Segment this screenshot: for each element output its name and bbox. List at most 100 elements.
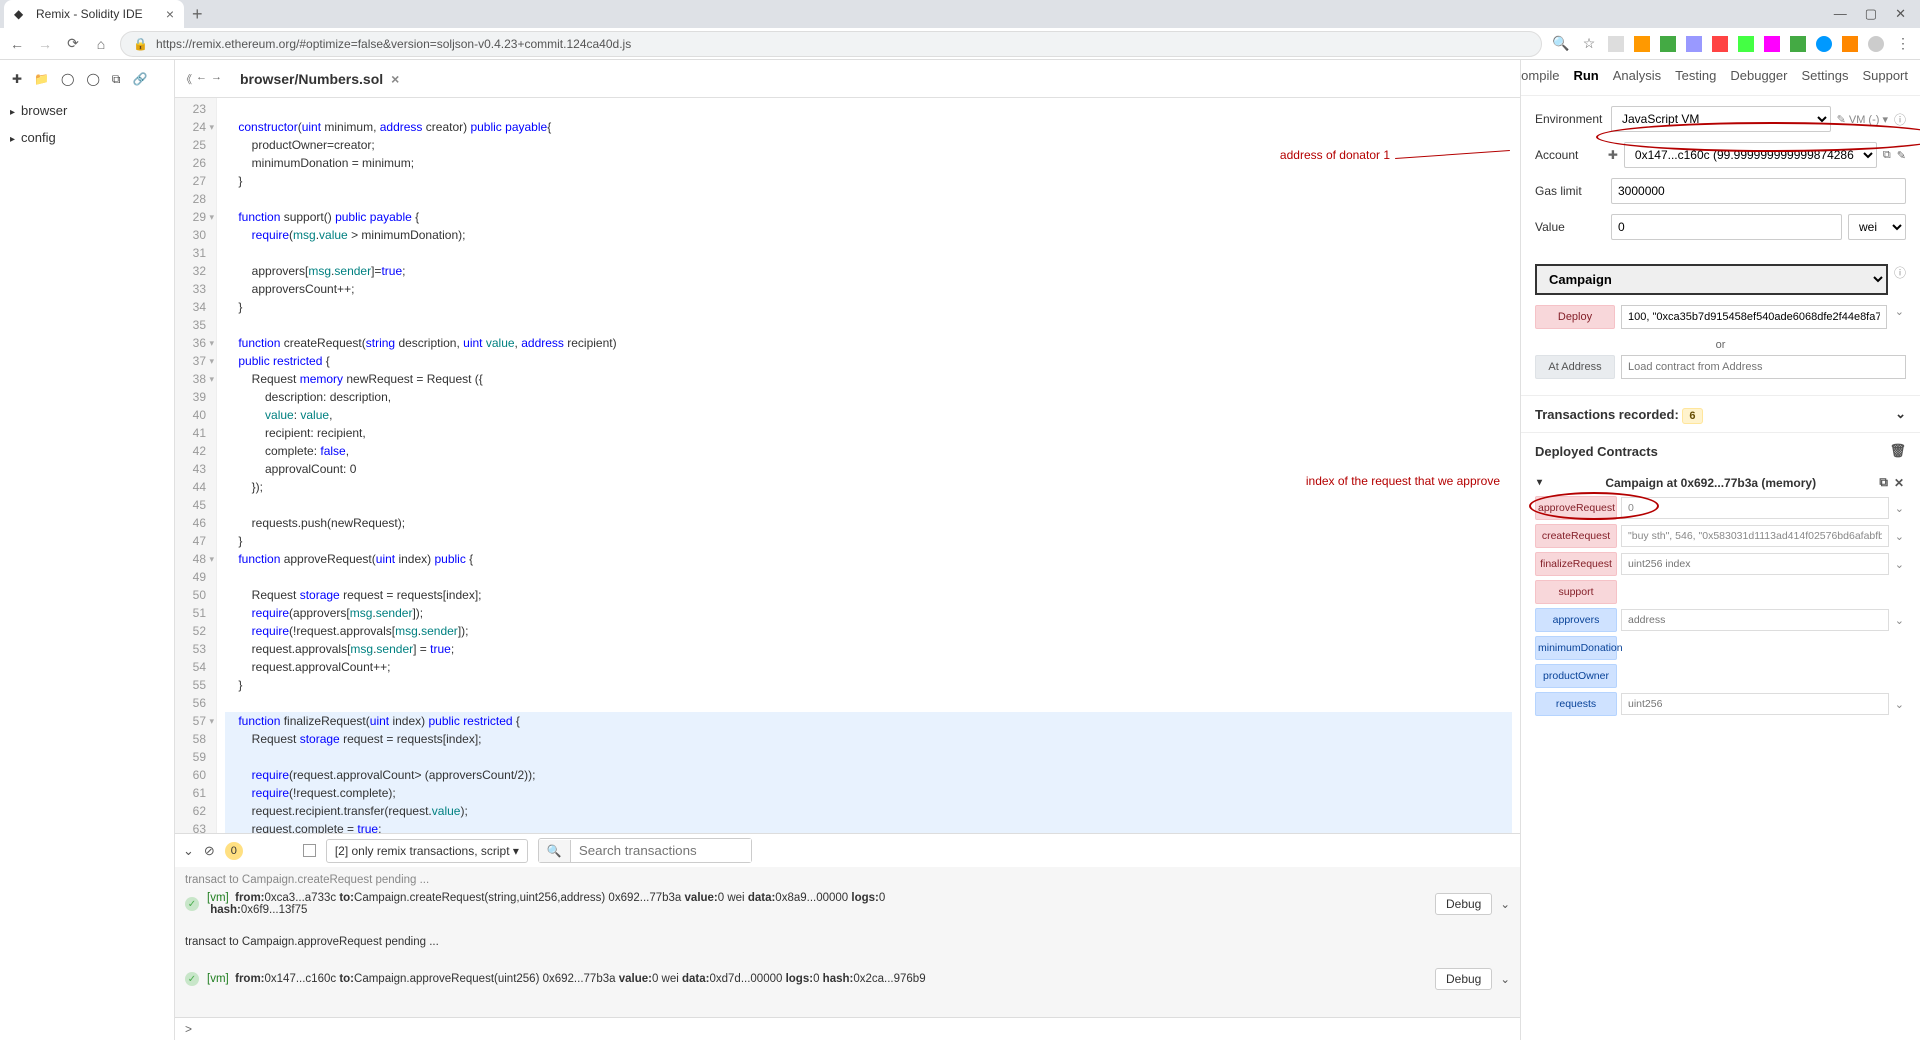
expand-icon[interactable]: ⌄ [1500, 897, 1510, 911]
function-button-finalizeRequest[interactable]: finalizeRequest [1535, 552, 1617, 576]
expand-icon[interactable]: ⌄ [1893, 305, 1906, 329]
github-icon[interactable]: ◯ [61, 72, 74, 87]
function-button-approvers[interactable]: approvers [1535, 608, 1617, 632]
copy-icon[interactable]: ⧉ [1879, 475, 1888, 490]
expand-icon[interactable]: ⌄ [1893, 530, 1906, 543]
folder-browser[interactable]: browser [8, 97, 166, 124]
expand-icon[interactable]: ⌄ [1500, 972, 1510, 986]
tab-compile[interactable]: Compile [1520, 68, 1559, 87]
chevron-down-icon[interactable]: ⌄ [183, 843, 194, 859]
collapse-left-icon[interactable]: 《 [181, 71, 192, 87]
close-file-icon[interactable]: × [391, 71, 399, 87]
function-button-productOwner[interactable]: productOwner [1535, 664, 1617, 688]
function-input-requests[interactable] [1621, 693, 1889, 715]
trash-icon[interactable]: 🗑 [1889, 443, 1906, 459]
account-select[interactable]: 0x147...c160c (99.999999999999874286 [1624, 142, 1877, 168]
deploy-button[interactable]: Deploy [1535, 305, 1615, 329]
deployed-contracts-header[interactable]: Deployed Contracts 🗑 [1521, 432, 1920, 469]
scroll-right-icon[interactable]: → [211, 71, 222, 87]
new-file-icon[interactable]: ✚ [12, 72, 22, 87]
folder-config[interactable]: config [8, 124, 166, 151]
browser-tab[interactable]: ◆ Remix - Solidity IDE × [4, 0, 184, 28]
star-icon[interactable]: ☆ [1580, 35, 1598, 52]
info-icon[interactable]: ⓘ [1894, 264, 1906, 295]
close-instance-icon[interactable]: ✕ [1894, 476, 1904, 490]
close-window-icon[interactable]: ✕ [1895, 6, 1906, 22]
function-input-createRequest[interactable] [1621, 525, 1889, 547]
search-transactions[interactable]: 🔍 [538, 838, 752, 863]
minimize-icon[interactable]: — [1834, 6, 1847, 22]
edit-address-icon[interactable]: ✎ [1897, 149, 1906, 162]
back-icon[interactable]: ← [8, 36, 26, 52]
tab-testing[interactable]: Testing [1675, 68, 1716, 87]
ext-icon[interactable] [1608, 36, 1624, 52]
forward-icon[interactable]: → [36, 36, 54, 52]
ext-icon[interactable] [1686, 36, 1702, 52]
close-tab-icon[interactable]: × [166, 6, 174, 22]
function-button-minimumDonation[interactable]: minimumDonation [1535, 636, 1617, 660]
deploy-args-input[interactable] [1621, 305, 1887, 329]
env-select[interactable]: JavaScript VM [1611, 106, 1831, 132]
function-button-support[interactable]: support [1535, 580, 1617, 604]
reload-icon[interactable]: ⟳ [64, 35, 82, 52]
function-button-approveRequest[interactable]: approveRequest [1535, 496, 1617, 520]
expand-icon[interactable]: ⌄ [1893, 614, 1906, 627]
ext-icon[interactable] [1790, 36, 1806, 52]
ext-icon[interactable] [1764, 36, 1780, 52]
function-input-approvers[interactable] [1621, 609, 1889, 631]
tab-settings[interactable]: Settings [1801, 68, 1848, 87]
tab-analysis[interactable]: Analysis [1613, 68, 1661, 87]
gist-icon[interactable]: ◯ [86, 72, 99, 87]
contract-instance-header[interactable]: ▾ Campaign at 0x692...77b3a (memory) ⧉ ✕ [1535, 469, 1906, 496]
copy-address-icon[interactable]: ⧉ [1883, 149, 1891, 162]
ext-icon[interactable] [1738, 36, 1754, 52]
ext-icon[interactable] [1868, 36, 1884, 52]
filter-select[interactable]: [2] only remix transactions, script ▾ [326, 839, 528, 863]
open-folder-icon[interactable]: 📁 [34, 72, 49, 87]
console-prompt[interactable]: > [175, 1017, 1520, 1040]
file-tab[interactable]: browser/Numbers.sol × [228, 63, 411, 95]
zoom-icon[interactable]: 🔍 [1552, 35, 1570, 52]
search-icon[interactable]: 🔍 [539, 840, 571, 862]
function-input-approveRequest[interactable] [1621, 497, 1889, 519]
plus-account-icon[interactable]: ✚ [1608, 148, 1618, 162]
function-button-requests[interactable]: requests [1535, 692, 1617, 716]
maximize-icon[interactable]: ▢ [1865, 6, 1877, 22]
scroll-left-icon[interactable]: ← [196, 71, 207, 87]
tab-run[interactable]: Run [1573, 68, 1598, 87]
ext-icon[interactable] [1634, 36, 1650, 52]
contract-select[interactable]: Campaign [1535, 264, 1888, 295]
function-button-createRequest[interactable]: createRequest [1535, 524, 1617, 548]
right-tabs: 》 Compile Run Analysis Testing Debugger … [1521, 60, 1920, 96]
at-address-button[interactable]: At Address [1535, 355, 1615, 379]
info-icon[interactable]: ⓘ [1894, 111, 1906, 128]
url-bar[interactable]: 🔒 [120, 31, 1542, 57]
ext-icon[interactable] [1712, 36, 1728, 52]
value-input[interactable] [1611, 214, 1842, 240]
home-icon[interactable]: ⌂ [92, 36, 110, 52]
url-input[interactable] [156, 37, 1529, 51]
ext-icon[interactable] [1842, 36, 1858, 52]
new-tab-icon[interactable]: + [192, 4, 203, 25]
tab-support[interactable]: Support [1862, 68, 1908, 87]
at-address-input[interactable] [1621, 355, 1906, 379]
tab-debugger[interactable]: Debugger [1730, 68, 1787, 87]
ext-icon[interactable] [1660, 36, 1676, 52]
copy-icon[interactable]: ⧉ [112, 72, 121, 87]
debug-button[interactable]: Debug [1435, 893, 1492, 915]
menu-icon[interactable]: ⋮ [1894, 35, 1912, 52]
listen-checkbox[interactable] [303, 844, 316, 857]
gas-input[interactable] [1611, 178, 1906, 204]
link-icon[interactable]: 🔗 [132, 72, 147, 87]
expand-icon[interactable]: ⌄ [1893, 502, 1906, 515]
block-icon[interactable]: ⊘ [204, 843, 215, 859]
value-unit-select[interactable]: wei [1848, 214, 1906, 240]
function-input-finalizeRequest[interactable] [1621, 553, 1889, 575]
ext-icon[interactable] [1816, 36, 1832, 52]
code-editor[interactable]: 2324252627282930313233343536373839404142… [175, 98, 1520, 833]
debug-button[interactable]: Debug [1435, 968, 1492, 990]
search-input[interactable] [571, 839, 751, 862]
transactions-recorded-header[interactable]: Transactions recorded: 6 ⌄ [1521, 395, 1920, 432]
expand-icon[interactable]: ⌄ [1893, 558, 1906, 571]
expand-icon[interactable]: ⌄ [1893, 698, 1906, 711]
